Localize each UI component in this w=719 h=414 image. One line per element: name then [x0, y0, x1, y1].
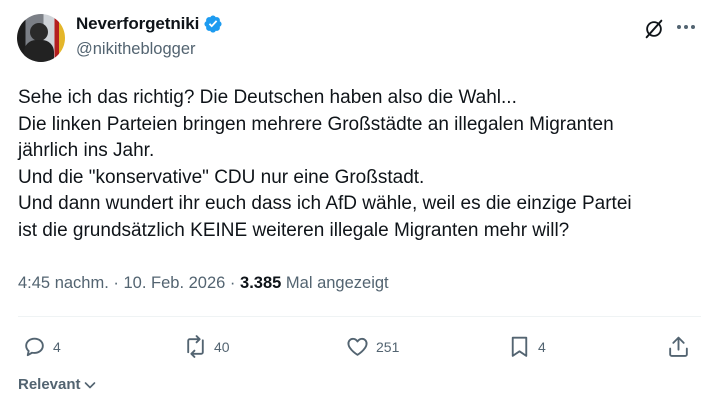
- tweet-line: jährlich ins Jahr.: [18, 140, 155, 162]
- views-label: Mal angezeigt: [285, 274, 389, 292]
- bookmark-icon: [511, 336, 528, 357]
- repost-button[interactable]: 40: [183, 334, 230, 359]
- author-name-row: Neverforgetniki: [76, 14, 223, 34]
- reply-icon: [25, 337, 44, 357]
- reply-button[interactable]: 4: [22, 334, 61, 359]
- sort-label: Relevant: [18, 376, 81, 393]
- tweet-line: Und dann wundert ihr euch dass ich AfD w…: [18, 193, 632, 215]
- share-button[interactable]: [666, 334, 691, 359]
- like-count: 251: [376, 338, 400, 355]
- reply-count: 4: [53, 338, 61, 355]
- tweet-date[interactable]: 10. Feb. 2026: [124, 274, 226, 292]
- tweet-text: Sehe ich das richtig? Die Deutschen habe…: [18, 85, 708, 245]
- divider: [18, 316, 701, 317]
- bookmark-count: 4: [538, 338, 546, 355]
- avatar-head: [30, 23, 48, 41]
- tweet-line: ist die grundsätzlich KEINE weiteren ill…: [18, 219, 570, 241]
- share-icon: [669, 336, 688, 357]
- avatar[interactable]: [17, 14, 65, 62]
- tweet-line: Sehe ich das richtig? Die Deutschen habe…: [18, 87, 517, 108]
- more-icon[interactable]: [673, 16, 699, 38]
- verified-badge-icon: [204, 15, 222, 33]
- tweet-metadata: 4:45 nachm. · 10. Feb. 2026 · 3.385 Mal …: [18, 274, 389, 293]
- like-button[interactable]: 251: [345, 334, 399, 359]
- tweet-time[interactable]: 4:45 nachm.: [18, 274, 109, 292]
- meta-separator: ·: [229, 274, 241, 292]
- author-handle[interactable]: @nikitheblogger: [76, 40, 196, 59]
- sort-dropdown[interactable]: Relevant: [18, 376, 97, 393]
- repost-icon: [187, 335, 204, 358]
- bookmark-button[interactable]: 4: [507, 334, 546, 359]
- views-count: 3.385: [240, 274, 282, 292]
- tweet: Neverforgetniki @nikitheblogger Sehe ich…: [0, 0, 719, 414]
- tweet-line: Die linken Parteien bringen mehrere Groß…: [18, 113, 614, 135]
- like-icon: [347, 337, 368, 356]
- meta-separator: ·: [113, 274, 124, 292]
- grok-icon[interactable]: [643, 18, 665, 40]
- avatar-body: [24, 40, 54, 62]
- tweet-line: Und die "konservative" CDU nur eine Groß…: [18, 166, 425, 188]
- chevron-down-icon: [84, 381, 95, 388]
- repost-count: 40: [214, 338, 230, 355]
- author-display-name[interactable]: Neverforgetniki: [76, 14, 199, 34]
